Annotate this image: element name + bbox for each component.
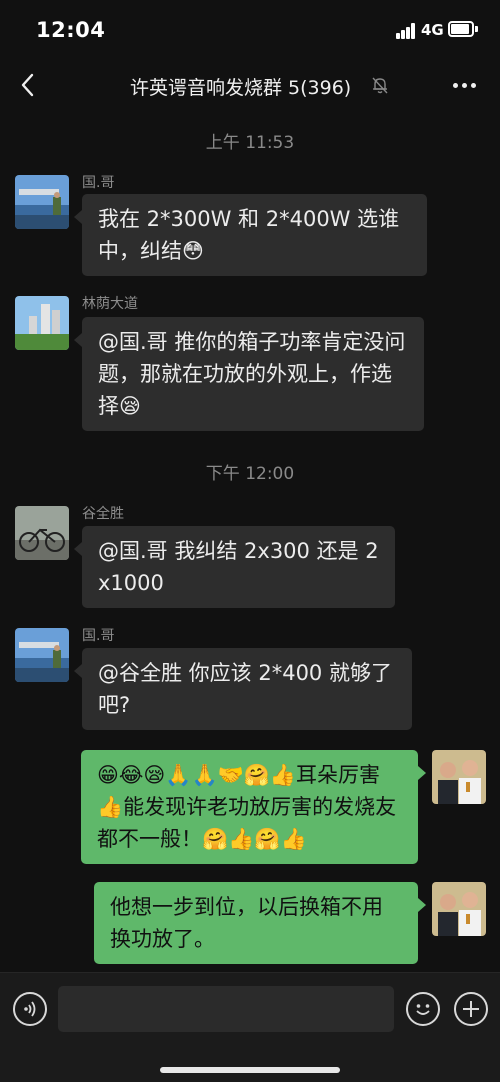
bell-slash-icon bbox=[370, 75, 390, 95]
battery-icon bbox=[448, 21, 474, 37]
plus-icon[interactable] bbox=[454, 992, 488, 1026]
avatar[interactable] bbox=[15, 628, 69, 682]
message-bubble[interactable]: @国.哥 推你的箱子功率肯定没问题，那就在功放的外观上，作选择😪 bbox=[74, 317, 424, 431]
sender-name: 国.哥 bbox=[82, 628, 115, 644]
message-bubble[interactable]: @国.哥 我纠结 2x300 还是 2x1000 bbox=[74, 526, 395, 608]
nav-bar: 许英谔音响发烧群 5(396) bbox=[0, 58, 500, 112]
message-input[interactable] bbox=[58, 986, 394, 1032]
chat-title: 许英谔音响发烧群 5(396) bbox=[130, 77, 352, 99]
signal-icon bbox=[396, 23, 416, 39]
avatar[interactable] bbox=[432, 882, 486, 936]
status-time: 12:04 bbox=[36, 18, 106, 42]
avatar[interactable] bbox=[432, 750, 486, 804]
avatar[interactable] bbox=[15, 506, 69, 560]
sender-name: 国.哥 bbox=[82, 175, 115, 191]
message-bubble-outgoing[interactable]: 他想一步到位，以后换箱不用换功放了。 bbox=[94, 882, 426, 964]
timestamp: 上午 11:53 bbox=[205, 133, 295, 153]
ellipsis-icon[interactable] bbox=[450, 78, 480, 92]
avatar[interactable] bbox=[15, 296, 69, 350]
timestamp: 下午 12:00 bbox=[205, 464, 295, 484]
message-bubble-outgoing[interactable]: 😁😂😪🙏🙏🤝🤗👍耳朵厉害👍能发现许老功放厉害的发烧友都不一般！🤗👍🤗👍 bbox=[81, 750, 426, 864]
message-list[interactable]: 上午 11:53 国.哥 我在 2*300W 和 2*400W 选谁中，纠结😳 … bbox=[0, 112, 500, 972]
battery-tip bbox=[475, 26, 478, 32]
sender-name: 谷全胜 bbox=[82, 506, 124, 522]
avatar[interactable] bbox=[15, 175, 69, 229]
chat-screen: 12:04 4G 许英谔音响发烧群 5(396) 上午 11:53 国.哥 我在… bbox=[0, 0, 500, 1082]
message-bubble[interactable]: 我在 2*300W 和 2*400W 选谁中，纠结😳 bbox=[74, 194, 427, 276]
emoji-icon[interactable] bbox=[406, 992, 440, 1026]
status-bar: 12:04 4G bbox=[0, 0, 500, 58]
network-label: 4G bbox=[421, 21, 444, 39]
home-indicator bbox=[160, 1067, 340, 1073]
chevron-left-icon[interactable] bbox=[14, 70, 44, 100]
sender-name: 林荫大道 bbox=[82, 296, 138, 312]
input-bar bbox=[0, 972, 500, 1082]
message-bubble[interactable]: @谷全胜 你应该 2*400 就够了吧? bbox=[74, 648, 412, 730]
voice-icon[interactable] bbox=[13, 992, 47, 1026]
